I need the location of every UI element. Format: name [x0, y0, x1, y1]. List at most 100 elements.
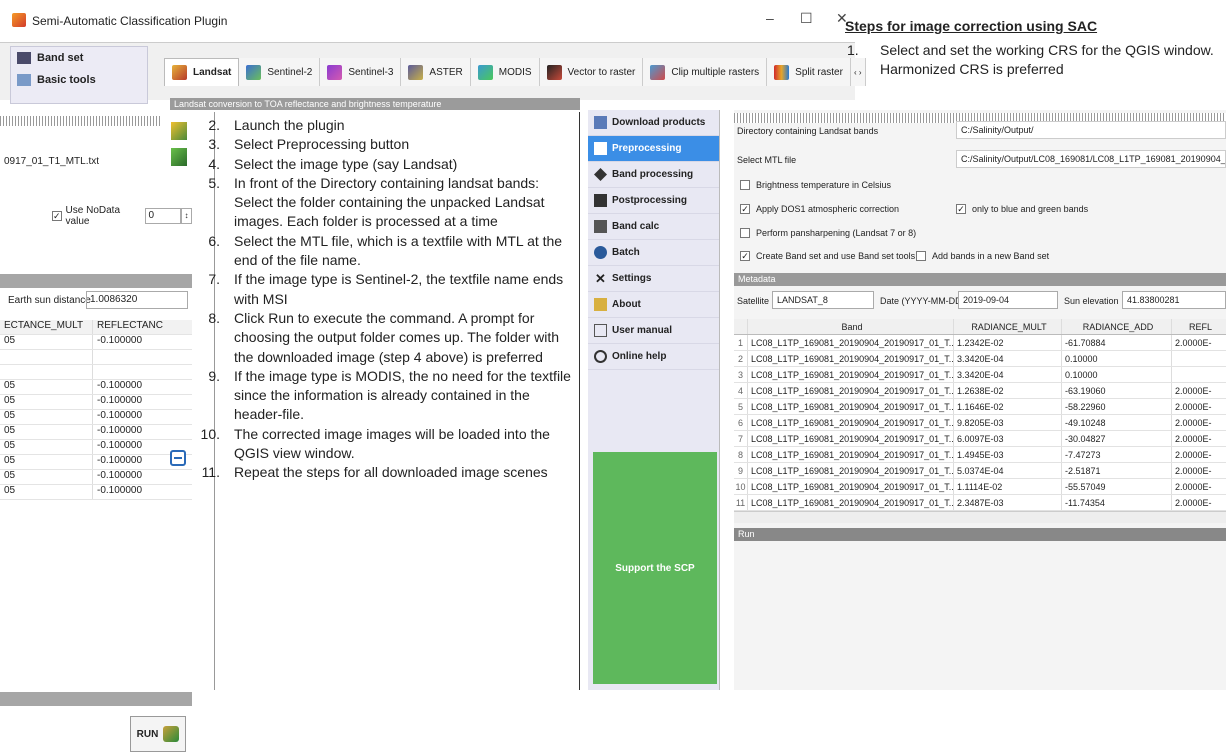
satellite-input[interactable]: LANDSAT_8 [772, 291, 874, 309]
table-row[interactable]: 1 LC08_L1TP_169081_20190904_20190917_01_T… [734, 335, 1226, 351]
table-row[interactable]: 4 LC08_L1TP_169081_20190904_20190917_01_T… [734, 383, 1226, 399]
nav-band-processing[interactable]: Band processing [588, 162, 719, 188]
window-title: Semi-Automatic Classification Plugin [32, 14, 228, 28]
sentinel2-icon [246, 64, 262, 80]
step-item: 11. Repeat the steps for all downloaded i… [201, 464, 548, 481]
date-input[interactable]: 2019-09-04 [958, 291, 1058, 309]
table-row[interactable]: 3 LC08_L1TP_169081_20190904_20190917_01_T… [734, 367, 1226, 383]
checkbox[interactable]: ✓ [956, 204, 966, 214]
tab-vector-to-raster[interactable]: Vector to raster [539, 58, 644, 86]
vector-to-raster-icon [546, 64, 562, 80]
remove-row-icon[interactable] [170, 450, 186, 466]
band-set-icon [17, 52, 31, 64]
nav-batch[interactable]: Batch [588, 240, 719, 266]
nav-about[interactable]: About [588, 292, 719, 318]
preprocessing-icon [594, 142, 607, 155]
step-item: 10. The corrected image images will be lo… [200, 425, 550, 462]
earth-sun-input[interactable]: 1.0086320 [86, 291, 188, 309]
open-folder-icon[interactable] [171, 122, 187, 140]
tool-tabs: Landsat Sentinel-2 Sentinel-3 ASTER MODI… [164, 58, 866, 86]
table-row: 05 -0.100000 [0, 410, 192, 425]
nodata-spinner[interactable]: ↕ [181, 208, 192, 224]
table-header: ECTANCE_MULT REFLECTANC [0, 320, 192, 335]
steps-list: 2. Launch the plugin 3. Select Preprocessi… [196, 116, 576, 483]
checkbox[interactable]: ✓ [740, 251, 750, 261]
sun-elevation-input[interactable]: 41.83800281 [1122, 291, 1226, 309]
nav-online-help[interactable]: Online help [588, 344, 719, 370]
new-bandset-option[interactable]: Add bands in a new Band set [916, 251, 1049, 261]
manual-icon [594, 324, 607, 337]
nav-preprocessing[interactable]: Preprocessing [588, 136, 719, 162]
landsat-preprocessing-panel: Directory containing Landsat bands C:/Sa… [734, 110, 1226, 690]
tab-clip-multiple-rasters[interactable]: Clip multiple rasters [643, 58, 768, 86]
lower-divider [0, 692, 192, 706]
table-scrollbar[interactable] [734, 511, 1226, 523]
table-row[interactable]: 5 LC08_L1TP_169081_20190904_20190917_01_T… [734, 399, 1226, 415]
dir-input[interactable]: C:/Salinity/Output/ [956, 121, 1226, 139]
table-row[interactable]: 7 LC08_L1TP_169081_20190904_20190917_01_T… [734, 431, 1226, 447]
run-button[interactable]: RUN [130, 716, 186, 752]
scp-logo-icon [12, 13, 26, 27]
download-icon [594, 116, 607, 129]
nodata-checkbox[interactable]: ✓ [52, 211, 62, 221]
checkbox[interactable] [916, 251, 926, 261]
nav-user-manual[interactable]: User manual [588, 318, 719, 344]
tab-landsat[interactable]: Landsat [164, 58, 240, 86]
nav-download-products[interactable]: Download products [588, 110, 719, 136]
nodata-value-input[interactable]: 0 [144, 208, 181, 224]
checkbox[interactable] [740, 180, 750, 190]
run-section-header: Run [734, 528, 1226, 541]
metadata-header: Metadata [734, 273, 1226, 286]
section-header: Landsat conversion to TOA reflectance an… [170, 98, 580, 110]
table-row[interactable]: 11 LC08_L1TP_169081_20190904_20190917_01_… [734, 495, 1226, 511]
mtl-file-field[interactable]: 0917_01_T1_MTL.txt [4, 156, 99, 167]
metadata-table: Band RADIANCE_MULT RADIANCE_ADD REFL 1 LC08_… [734, 319, 1226, 511]
step-item: 2. Launch the plugin [208, 117, 345, 133]
table-row: 05 -0.100000 [0, 440, 192, 455]
table-header: Band RADIANCE_MULT RADIANCE_ADD REFL [734, 319, 1226, 335]
tab-sentinel-2[interactable]: Sentinel-2 [239, 58, 321, 86]
tab-split-raster[interactable]: Split raster [767, 58, 851, 86]
basic-tools-button[interactable]: Basic tools [11, 69, 147, 91]
nav-band-calc[interactable]: Band calc [588, 214, 719, 240]
support-scp-button[interactable]: Support the SCP [593, 452, 717, 684]
tools-icon: ✕ [595, 271, 606, 286]
divider-bar [0, 274, 192, 288]
about-icon [594, 298, 607, 311]
checkbox[interactable] [740, 228, 750, 238]
dos1-option[interactable]: ✓ Apply DOS1 atmospheric correction [740, 204, 899, 214]
checkbox[interactable]: ✓ [740, 204, 750, 214]
steps-title: Steps for image correction using SAC [845, 18, 1098, 34]
minimize-button[interactable]: – [766, 10, 774, 26]
mtl-input[interactable]: C:/Salinity/Output/LC08_169081/LC08_L1TP… [956, 150, 1226, 168]
step-item: 3. Select Preprocessing button [208, 136, 410, 153]
table-row[interactable]: 8 LC08_L1TP_169081_20190904_20190917_01_T… [734, 447, 1226, 463]
tab-sentinel-3[interactable]: Sentinel-3 [320, 58, 402, 86]
bt-celsius-option[interactable]: Brightness temperature in Celsius [740, 180, 891, 190]
step-item: 4. Select the image type (say Landsat) [208, 155, 458, 172]
step-item: 6. Select the MTL file, which is a textfi… [208, 232, 563, 269]
step-item: 8. Click Run to execute the command. A pr… [208, 309, 560, 365]
pansharpen-option[interactable]: Perform pansharpening (Landsat 7 or 8) [740, 228, 916, 238]
split-raster-icon [774, 64, 790, 80]
blue-green-option[interactable]: ✓ only to blue and green bands [956, 204, 1088, 214]
batch-icon [594, 246, 607, 259]
band-set-button[interactable]: Band set [11, 47, 147, 69]
tab-modis[interactable]: MODIS [470, 58, 540, 86]
open-file-icon[interactable] [171, 148, 187, 166]
nav-postprocessing[interactable]: Postprocessing [588, 188, 719, 214]
landsat-icon [172, 65, 187, 80]
help-icon [594, 350, 607, 363]
maximize-button[interactable]: ☐ [800, 10, 813, 27]
hatched-divider [0, 116, 160, 126]
create-bandset-option[interactable]: ✓ Create Band set and use Band set tools [740, 251, 915, 261]
nav-settings[interactable]: ✕ Settings [588, 266, 719, 292]
tab-aster[interactable]: ASTER [401, 58, 471, 86]
step-item: 9. If the image type is MODIS, the no nee… [208, 367, 571, 423]
step-item: 7. If the image type is Sentinel-2, the t… [208, 271, 564, 307]
table-row[interactable]: 10 LC08_L1TP_169081_20190904_20190917_01_… [734, 479, 1226, 495]
table-row[interactable]: 9 LC08_L1TP_169081_20190904_20190917_01_T… [734, 463, 1226, 479]
table-row[interactable]: 6 LC08_L1TP_169081_20190904_20190917_01_T… [734, 415, 1226, 431]
nodata-option: ✓ Use NoData value 0 ↕ [52, 205, 192, 227]
table-row[interactable]: 2 LC08_L1TP_169081_20190904_20190917_01_T… [734, 351, 1226, 367]
